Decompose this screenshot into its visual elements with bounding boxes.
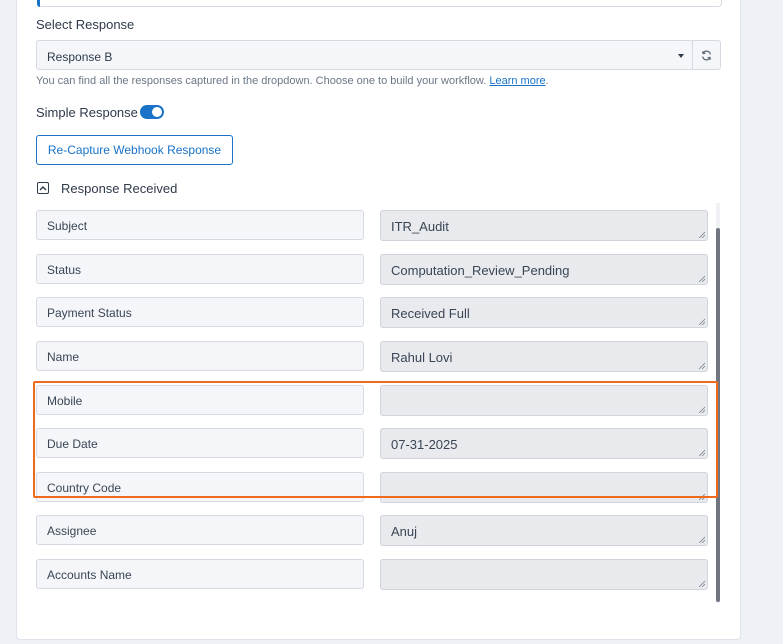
scrollbar-thumb[interactable] <box>716 228 720 602</box>
select-response-help: You can find all the responses captured … <box>36 75 549 87</box>
chevron-down-icon <box>678 54 684 58</box>
response-key-field[interactable]: Status <box>36 254 364 284</box>
resize-grip-icon <box>698 318 705 325</box>
help-suffix: . <box>545 75 549 87</box>
response-value-text: Anuj <box>391 524 418 539</box>
response-key-field[interactable]: Mobile <box>36 385 364 415</box>
refresh-button[interactable] <box>692 40 721 70</box>
response-value-text: ITR_Audit <box>391 219 449 234</box>
response-key-field[interactable]: Country Code <box>36 472 364 502</box>
response-value-text: Received Full <box>391 306 470 321</box>
resize-grip-icon <box>698 231 705 238</box>
response-value-field[interactable] <box>380 385 708 416</box>
previous-field[interactable] <box>37 0 722 7</box>
select-response-label: Select Response <box>36 17 135 32</box>
response-value-text: Rahul Lovi <box>391 350 453 365</box>
refresh-icon <box>702 50 711 60</box>
resize-grip-icon <box>698 449 705 456</box>
resize-grip-icon <box>698 580 705 587</box>
resize-grip-icon <box>698 406 705 413</box>
response-value-text: Computation_Review_Pending <box>391 263 570 278</box>
response-select[interactable]: Response B <box>36 40 693 70</box>
response-key-field[interactable]: Payment Status <box>36 297 364 327</box>
response-key-field[interactable]: Accounts Name <box>36 559 364 589</box>
recapture-webhook-button[interactable]: Re-Capture Webhook Response <box>36 135 233 165</box>
response-value-field[interactable]: Anuj <box>380 515 708 546</box>
response-value-field[interactable] <box>380 472 708 503</box>
resize-grip-icon <box>698 536 705 543</box>
simple-response-toggle[interactable] <box>140 105 164 119</box>
learn-more-link[interactable]: Learn more <box>489 75 545 87</box>
response-value-text: 07-31-2025 <box>391 437 458 452</box>
help-text: You can find all the responses captured … <box>36 75 487 87</box>
simple-response-label: Simple Response <box>36 105 138 120</box>
response-value-field[interactable]: Rahul Lovi <box>380 341 708 372</box>
response-key-field[interactable]: Assignee <box>36 515 364 545</box>
resize-grip-icon <box>698 275 705 282</box>
response-key-field[interactable]: Name <box>36 341 364 371</box>
response-value-field[interactable]: 07-31-2025 <box>380 428 708 459</box>
collapse-up-icon[interactable] <box>37 182 49 194</box>
resize-grip-icon <box>698 362 705 369</box>
response-value-field[interactable]: Computation_Review_Pending <box>380 254 708 285</box>
response-select-value: Response B <box>47 50 113 64</box>
response-key-field[interactable]: Subject <box>36 210 364 240</box>
response-value-field[interactable] <box>380 559 708 590</box>
response-key-field[interactable]: Due Date <box>36 428 364 458</box>
response-value-field[interactable]: Received Full <box>380 297 708 328</box>
response-value-field[interactable]: ITR_Audit <box>380 210 708 241</box>
response-received-label: Response Received <box>61 181 178 196</box>
resize-grip-icon <box>698 493 705 500</box>
